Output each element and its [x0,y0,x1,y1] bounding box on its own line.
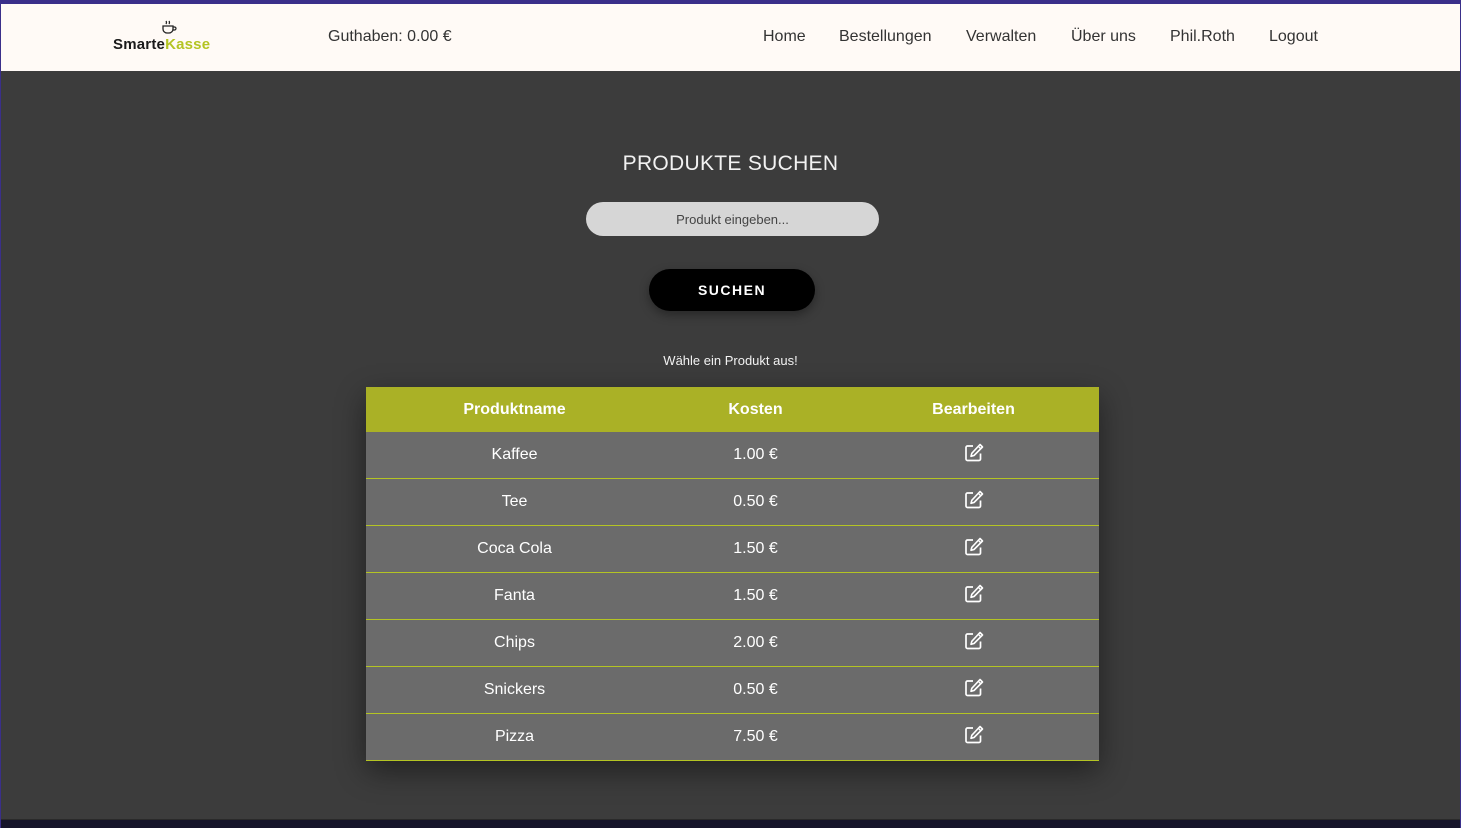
edit-cell [848,525,1099,573]
table-row: Snickers 0.50 € [366,666,1099,714]
edit-cell [848,713,1099,761]
nav-link-user-profile[interactable]: Phil.Roth [1170,28,1235,46]
column-header-product-name: Produktname [366,387,663,432]
product-name-cell: Pizza [366,713,663,761]
product-name-cell: Chips [366,619,663,667]
product-cost-cell: 1.00 € [663,432,848,479]
product-cost-cell: 0.50 € [663,478,848,526]
product-cost-cell: 0.50 € [663,666,848,714]
edit-icon[interactable] [964,537,984,561]
product-cost-cell: 1.50 € [663,525,848,573]
table-body: Kaffee 1.00 € Tee 0.50 € Coca Cola 1.50 € Fant… [366,432,1099,761]
product-name-cell: Coca Cola [366,525,663,573]
column-header-cost: Kosten [663,387,848,432]
window-bottom-edge [1,819,1460,828]
nav-link-verwalten[interactable]: Verwalten [966,28,1036,46]
hint-text: Wähle ein Produkt aus! [663,353,798,368]
table-header-row: Produktname Kosten Bearbeiten [366,387,1099,432]
product-name-cell: Kaffee [366,432,663,479]
product-cost-cell: 2.00 € [663,619,848,667]
table-row: Pizza 7.50 € [366,713,1099,761]
table-row: Chips 2.00 € [366,619,1099,667]
edit-cell [848,432,1099,479]
search-button[interactable]: SUCHEN [649,269,815,311]
page-title: PRODUKTE SUCHEN [622,152,839,175]
edit-icon[interactable] [964,443,984,467]
nav-link-logout[interactable]: Logout [1269,28,1318,46]
edit-icon[interactable] [964,631,984,655]
edit-cell [848,619,1099,667]
edit-icon[interactable] [964,725,984,749]
product-table: Produktname Kosten Bearbeiten Kaffee 1.00… [366,387,1099,761]
edit-icon[interactable] [964,678,984,702]
nav-links: Home Bestellungen Verwalten Über uns Phi… [1,28,1460,48]
navbar: SmarteKasse Guthaben: 0.00 € Home Bestel… [1,4,1460,71]
nav-link-ueber-uns[interactable]: Über uns [1071,28,1136,46]
product-cost-cell: 7.50 € [663,713,848,761]
nav-link-bestellungen[interactable]: Bestellungen [839,28,932,46]
nav-link-home[interactable]: Home [763,28,806,46]
product-name-cell: Tee [366,478,663,526]
table-row: Kaffee 1.00 € [366,432,1099,479]
table-row: Tee 0.50 € [366,478,1099,526]
product-cost-cell: 1.50 € [663,572,848,620]
edit-cell [848,666,1099,714]
table-row: Fanta 1.50 € [366,572,1099,620]
column-header-edit: Bearbeiten [848,387,1099,432]
table-row: Coca Cola 1.50 € [366,525,1099,573]
app-window: SmarteKasse Guthaben: 0.00 € Home Bestel… [0,0,1461,828]
edit-icon[interactable] [964,490,984,514]
product-name-cell: Snickers [366,666,663,714]
product-search-input[interactable] [586,202,879,236]
edit-cell [848,572,1099,620]
edit-cell [848,478,1099,526]
edit-icon[interactable] [964,584,984,608]
product-name-cell: Fanta [366,572,663,620]
